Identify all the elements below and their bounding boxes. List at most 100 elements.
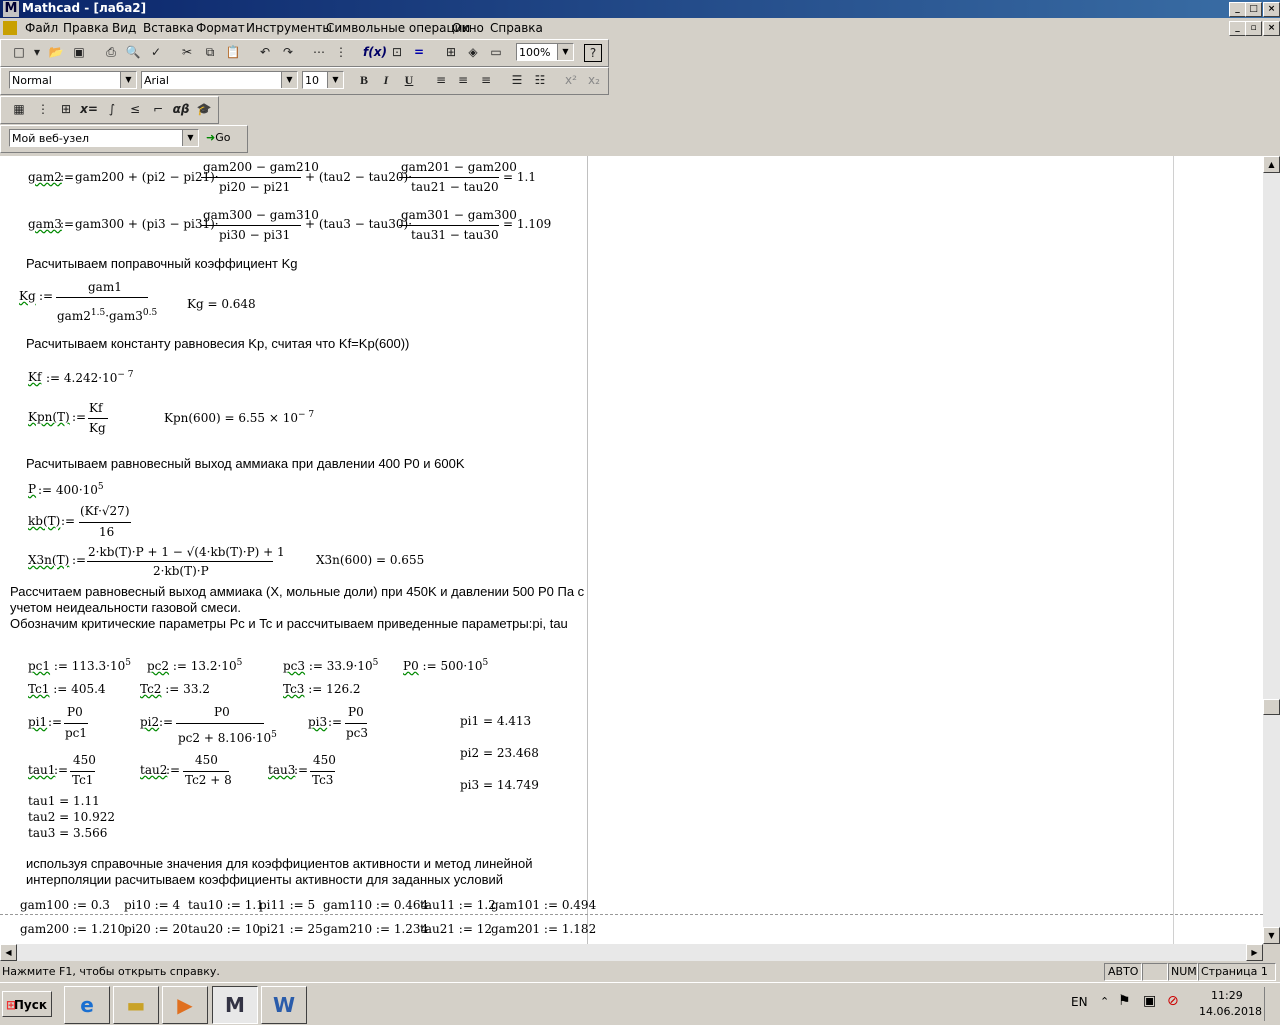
math-numerator[interactable]: gam300 − gam310 [203,208,319,222]
math-region[interactable]: gam110 := 0.464 [323,898,428,912]
volume-muted-icon[interactable]: ⊘ [1167,993,1179,1009]
math-lhs[interactable]: kb(T) [28,514,60,528]
evaluation-icon[interactable]: x= [79,99,99,119]
help-icon[interactable]: ? [584,44,602,62]
math-lhs[interactable]: pi1 [28,715,47,729]
math-result[interactable]: Kpn(600) = 6.55 × 10− 7 [164,410,314,425]
math-denominator[interactable]: Tc1 [72,773,93,787]
redo-icon[interactable]: ↷ [278,42,298,62]
math-numerator[interactable]: gam201 − gam200 [401,160,517,174]
math-region[interactable]: pi11 := 5 [259,898,315,912]
graph-icon[interactable]: ⊞ [56,99,76,119]
math-region[interactable]: tau20 := 10 [188,922,260,936]
math-region[interactable]: P0 := 500·105 [403,658,488,673]
bullets-icon[interactable]: ☰ [507,70,527,90]
math-result[interactable]: pi2 = 23.468 [460,746,539,760]
clock-date[interactable]: 14.06.2018 [1199,1005,1262,1018]
vertical-scrollbar[interactable]: ▲ ▼ [1263,156,1280,944]
math-lhs[interactable]: X3n(T) [28,553,69,567]
math-region[interactable]: tau11 := 1.2 [420,898,496,912]
math-lhs[interactable]: pi3 [308,715,327,729]
calculator-icon[interactable]: ▦ [9,99,29,119]
math-lhs[interactable]: Kg [19,289,36,303]
bold-button[interactable]: B [354,70,374,90]
align-left-icon[interactable]: ≡ [431,70,451,90]
math-numerator[interactable]: P0 [214,705,230,719]
math-region[interactable]: gam201 := 1.182 [491,922,596,936]
superscript-icon[interactable]: x² [561,70,581,90]
cut-icon[interactable]: ✂ [177,42,197,62]
math-region[interactable]: tau10 := 1.1 [188,898,264,912]
doc-close-icon[interactable]: × [1263,21,1280,36]
maximize-icon[interactable]: □ [1245,2,1262,17]
tray-expand-icon[interactable]: ⌃ [1100,995,1109,1008]
math-region[interactable]: Tc3 := 126.2 [283,682,361,696]
new-icon[interactable]: □ [9,42,29,62]
math-region[interactable]: gam200 := 1.210 [20,922,125,936]
save-icon[interactable]: ▣ [69,42,89,62]
show-region-icon[interactable]: ▭ [486,42,506,62]
show-desktop-button[interactable] [1264,987,1277,1021]
math-lhs[interactable]: pi2 [140,715,159,729]
url-select[interactable]: Мой веб-узел ▼ [9,129,199,147]
math-numerator[interactable]: 450 [73,753,96,767]
undo-icon[interactable]: ↶ [255,42,275,62]
zoom-select[interactable]: 100% ▼ [516,43,574,61]
math-numerator[interactable]: gam200 − gam210 [203,160,319,174]
math-result[interactable]: tau1 = 1.11 [28,794,100,808]
math-result[interactable]: = 1.109 [503,217,551,231]
math-result[interactable]: = 1.1 [503,170,536,184]
mathcad-app-icon[interactable]: M [3,1,19,17]
math-denominator[interactable]: Kg [89,421,106,435]
math-denominator[interactable]: pc1 [65,726,87,740]
spellcheck-icon[interactable]: ✓ [146,42,166,62]
math-region[interactable]: gam210 := 1.234 [323,922,428,936]
math-result[interactable]: pi3 = 14.749 [460,778,539,792]
align-across-icon[interactable]: ⋯ [309,42,329,62]
start-button[interactable]: ⊞ Пуск [2,991,52,1017]
symbolic-icon[interactable]: 🎓 [194,99,214,119]
component-icon[interactable]: ⊞ [441,42,461,62]
math-expr[interactable]: := 400·105 [38,482,104,497]
menu-view[interactable]: Вид [112,21,136,35]
math-numerator[interactable]: (Kf·√27) [80,504,130,518]
math-region[interactable]: Tc2 := 33.2 [140,682,210,696]
paste-icon[interactable]: 📋 [223,42,243,62]
math-numerator[interactable]: gam301 − gam300 [401,208,517,222]
scroll-thumb[interactable] [1263,699,1280,715]
math-lhs[interactable]: tau3 [268,763,295,777]
math-region[interactable]: pi10 := 4 [124,898,180,912]
font-size-select[interactable]: 10 ▼ [302,71,344,89]
math-region[interactable]: pi20 := 20 [124,922,188,936]
scroll-left-icon[interactable]: ◀ [0,944,17,961]
calculate-icon[interactable]: = [409,42,429,62]
math-result[interactable]: Kg = 0.648 [187,297,256,311]
explorer-folder-icon[interactable]: ▬ [113,986,159,1024]
math-numerator[interactable]: 450 [195,753,218,767]
menu-help[interactable]: Справка [490,21,543,35]
math-expr[interactable]: + (tau3 − tau30)· [305,217,412,231]
math-result[interactable]: tau3 = 3.566 [28,826,107,840]
menu-symbolics[interactable]: Символьные операции [326,21,470,35]
math-region[interactable]: pc3 := 33.9·105 [283,658,378,673]
text-region[interactable]: интерполяции расчитываем коэффициенты ак… [26,872,503,887]
style-select[interactable]: Normal ▼ [9,71,137,89]
math-denominator[interactable]: tau31 − tau30 [411,228,499,242]
menu-edit[interactable]: Правка [63,21,109,35]
text-region[interactable]: Расчитываем константу равновесия Kp, счи… [26,336,409,351]
math-numerator[interactable]: P0 [67,705,83,719]
math-expr[interactable]: := 4.242·10− 7 [46,370,134,385]
greek-icon[interactable]: αβ [171,99,191,119]
resource-center-icon[interactable]: ◈ [463,42,483,62]
go-button[interactable]: ➜Go [206,131,230,144]
menu-insert[interactable]: Вставка [143,21,194,35]
align-center-icon[interactable]: ≡ [453,70,473,90]
math-denominator[interactable]: pc2 + 8.106·105 [178,730,277,745]
minimize-icon[interactable]: _ [1229,2,1246,17]
menu-tools[interactable]: Инструменты [246,21,332,35]
math-region[interactable]: tau21 := 12 [420,922,492,936]
math-numerator[interactable]: 450 [313,753,336,767]
math-region[interactable]: gam101 := 0.494 [491,898,596,912]
math-expr[interactable]: gam300 + (pi3 − pi31)· [75,217,219,231]
math-denominator[interactable]: 2·kb(T)·P [153,564,209,578]
